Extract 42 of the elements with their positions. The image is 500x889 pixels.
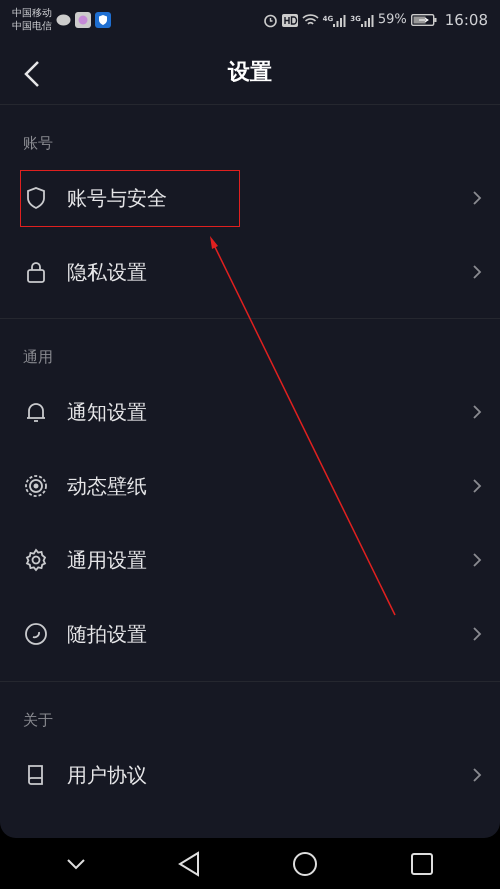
- chevron-right-icon: [472, 552, 482, 568]
- carrier-name: 中国电信: [12, 20, 52, 33]
- section-header: 账号: [22, 133, 54, 154]
- settings-item[interactable]: 动态壁纸: [0, 449, 500, 523]
- shield-icon: [95, 12, 111, 28]
- battery-percent: 59%: [378, 11, 407, 30]
- settings-item[interactable]: 隐私设置: [0, 235, 500, 309]
- chevron-right-icon: [472, 626, 482, 642]
- settings-item[interactable]: 随拍设置: [0, 597, 500, 671]
- back-icon[interactable]: [178, 850, 200, 876]
- carrier-name: 中国移动: [12, 7, 52, 20]
- page-title: 设置: [228, 58, 272, 86]
- bell-icon: [24, 400, 48, 424]
- target-icon: [24, 474, 48, 498]
- camera-shutter-icon: [24, 622, 48, 646]
- chevron-right-icon: [472, 767, 482, 783]
- lock-icon: [24, 260, 48, 284]
- wifi-icon: [302, 13, 319, 27]
- back-icon[interactable]: [22, 60, 42, 88]
- chat-bubble-icon: [56, 14, 71, 26]
- home-icon[interactable]: [292, 850, 318, 876]
- shield-icon: [24, 186, 48, 210]
- settings-item[interactable]: 通用设置: [0, 523, 500, 597]
- section-header: 关于: [22, 710, 54, 731]
- chevron-right-icon: [472, 190, 482, 206]
- signal-icon: [333, 14, 346, 26]
- settings-item[interactable]: 账号与安全: [0, 161, 500, 235]
- app-icon: [75, 12, 91, 28]
- battery-charging-icon: [410, 14, 437, 26]
- chevron-right-icon: [472, 478, 482, 494]
- hd-icon: [282, 14, 298, 26]
- collapse-icon[interactable]: [66, 858, 86, 870]
- chevron-right-icon: [472, 404, 482, 420]
- settings-item[interactable]: 通知设置: [0, 375, 500, 449]
- alarm-icon: [262, 12, 278, 28]
- settings-item[interactable]: 用户协议: [0, 738, 500, 812]
- gear-icon: [24, 548, 48, 572]
- clock-time: 16:08: [444, 10, 488, 31]
- section-header: 通用: [22, 347, 54, 368]
- recent-apps-icon[interactable]: [410, 852, 434, 876]
- signal-icon: [360, 14, 374, 26]
- chevron-right-icon: [472, 264, 482, 280]
